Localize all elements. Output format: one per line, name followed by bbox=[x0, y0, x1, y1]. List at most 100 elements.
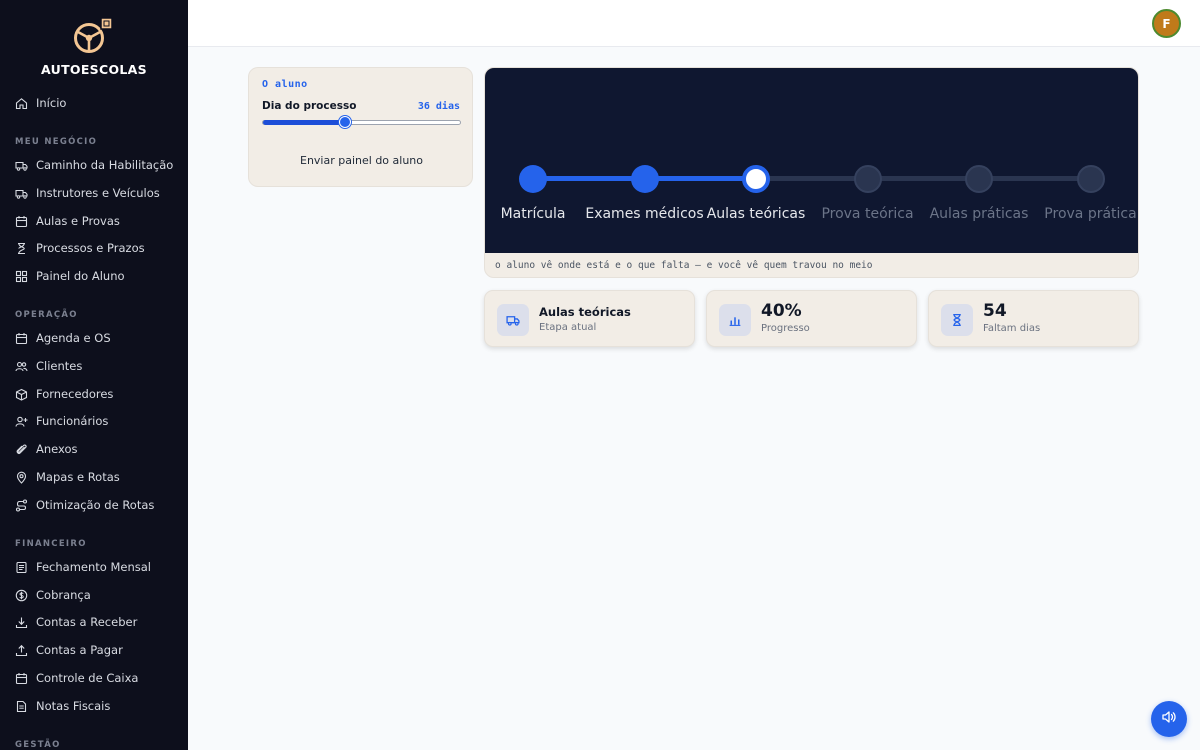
sidebar-item-label: Contas a Receber bbox=[36, 615, 138, 629]
calendar-icon bbox=[15, 215, 28, 228]
step-dot[interactable] bbox=[630, 165, 659, 193]
process-day-slider[interactable] bbox=[262, 116, 461, 128]
sidebar-item-instrutores[interactable]: Instrutores e Veículos bbox=[15, 182, 160, 204]
user-plus-icon bbox=[15, 415, 28, 428]
step-label: Prova prática bbox=[1044, 206, 1137, 222]
sidebar-item-inicio[interactable]: Início bbox=[15, 92, 66, 114]
sidebar-item-clientes[interactable]: Clientes bbox=[15, 355, 82, 377]
sidebar-item-contas-receber[interactable]: Contas a Receber bbox=[15, 611, 137, 633]
speaker-button[interactable] bbox=[1151, 701, 1187, 737]
sidebar-item-anexos[interactable]: Anexos bbox=[15, 438, 78, 460]
sidebar-item-fechamento[interactable]: Fechamento Mensal bbox=[15, 556, 151, 578]
sidebar-item-label: Fornecedores bbox=[36, 387, 114, 401]
route-icon bbox=[15, 498, 28, 512]
stat-sub: Faltam dias bbox=[983, 323, 1041, 334]
sidebar-item-label: Cobrança bbox=[36, 588, 91, 602]
sidebar-item-cobranca[interactable]: Cobrança bbox=[15, 584, 91, 606]
box-icon bbox=[15, 388, 28, 401]
receipt-icon bbox=[15, 561, 28, 574]
sidebar-item-label: Painel do Aluno bbox=[36, 269, 125, 283]
stat-sub: Progresso bbox=[761, 323, 810, 334]
step-label: Matrícula bbox=[500, 206, 566, 222]
sidebar-item-label: Contas a Pagar bbox=[36, 643, 123, 657]
sidebar-item-mapas[interactable]: Mapas e Rotas bbox=[15, 466, 120, 488]
sidebar-item-funcionarios[interactable]: Funcionários bbox=[15, 410, 108, 432]
sidebar-item-fornecedores[interactable]: Fornecedores bbox=[15, 383, 113, 405]
step-connector bbox=[756, 176, 868, 181]
step-label: Aulas teóricas bbox=[706, 206, 806, 222]
sidebar-item-label: Agenda e OS bbox=[36, 331, 111, 345]
sidebar-item-label: Otimização de Rotas bbox=[36, 498, 155, 512]
process-days-value: 36 dias bbox=[417, 101, 460, 112]
sidebar-item-label: Anexos bbox=[36, 442, 78, 456]
sidebar-item-caminho[interactable]: Caminho da Habilitação bbox=[15, 154, 173, 176]
sidebar-item-processos[interactable]: Processos e Prazos bbox=[15, 237, 145, 259]
truck-icon bbox=[15, 159, 28, 172]
sidebar-item-label: Caminho da Habilitação bbox=[36, 158, 174, 172]
grid-icon bbox=[15, 270, 28, 283]
calendar-icon bbox=[15, 332, 28, 345]
sidebar-item-otimizacao[interactable]: Otimização de Rotas bbox=[15, 494, 154, 516]
sidebar-item-label: Mapas e Rotas bbox=[36, 470, 120, 484]
paperclip-icon bbox=[15, 443, 28, 456]
stat-sub: Etapa atual bbox=[539, 322, 597, 333]
sidebar-item-contas-pagar[interactable]: Contas a Pagar bbox=[15, 639, 123, 661]
sidebar-item-controle-caixa[interactable]: Controle de Caixa bbox=[15, 667, 138, 689]
user-avatar[interactable]: F bbox=[1152, 9, 1181, 38]
sidebar-item-aulas-provas[interactable]: Aulas e Provas bbox=[15, 210, 120, 232]
upload-icon bbox=[15, 644, 28, 657]
sidebar-section-title: OPERAÇÃO bbox=[15, 310, 78, 320]
home-icon bbox=[15, 97, 28, 110]
slider-thumb[interactable] bbox=[338, 116, 351, 128]
stat-value: Aulas teóricas bbox=[539, 305, 631, 319]
process-day-label: Dia do processo bbox=[262, 100, 357, 112]
sidebar-section-title: FINANCEIRO bbox=[15, 539, 87, 549]
truck-icon bbox=[497, 304, 529, 336]
step-label: Prova teórica bbox=[821, 206, 914, 222]
users-icon bbox=[15, 360, 28, 373]
sidebar-section-title: GESTÃO bbox=[15, 740, 61, 750]
sidebar-item-painel-aluno[interactable]: Painel do Aluno bbox=[15, 265, 125, 287]
step-connector bbox=[867, 176, 979, 181]
journey-panel: Matrícula Exames médicos Aulas teóricas Pro… bbox=[484, 67, 1139, 278]
step-connector bbox=[644, 176, 756, 181]
download-icon bbox=[15, 616, 28, 629]
stat-value: 40% bbox=[761, 301, 802, 321]
hourglass-icon bbox=[15, 242, 28, 255]
sidebar-item-agenda[interactable]: Agenda e OS bbox=[15, 327, 111, 349]
brand[interactable]: AUTOESCOLAS bbox=[0, 16, 188, 77]
sidebar-item-label: Início bbox=[36, 96, 67, 110]
stat-card-days-left: 54 Faltam dias bbox=[928, 290, 1139, 347]
sidebar-item-label: Notas Fiscais bbox=[36, 699, 111, 713]
sidebar-item-label: Fechamento Mensal bbox=[36, 560, 152, 574]
sidebar-item-label: Processos e Prazos bbox=[36, 241, 145, 255]
step-label: Exames médicos bbox=[585, 206, 704, 222]
step-connector bbox=[533, 176, 645, 181]
step-dot[interactable] bbox=[853, 165, 882, 193]
document-icon bbox=[15, 700, 28, 713]
stat-card-current-stage: Aulas teóricas Etapa atual bbox=[484, 290, 695, 347]
stat-card-progress: 40% Progresso bbox=[706, 290, 917, 347]
step-dot[interactable] bbox=[1076, 165, 1105, 193]
map-pin-icon bbox=[15, 471, 28, 484]
sidebar-item-label: Instrutores e Veículos bbox=[36, 186, 160, 200]
step-dot[interactable] bbox=[519, 165, 547, 193]
step-dot[interactable] bbox=[965, 165, 993, 193]
step-connector bbox=[979, 176, 1091, 181]
sidebar: AUTOESCOLAS Início MEU NEGÓCIO Caminho d… bbox=[0, 0, 188, 750]
student-card: O aluno Dia do processo 36 dias Enviar p… bbox=[248, 67, 473, 187]
sidebar-item-notas-fiscais[interactable]: Notas Fiscais bbox=[15, 695, 110, 717]
dollar-circle-icon bbox=[15, 589, 28, 602]
journey-stepper: Matrícula Exames médicos Aulas teóricas Pro… bbox=[485, 68, 1138, 253]
bar-chart-icon bbox=[719, 304, 751, 336]
truck-icon bbox=[15, 187, 28, 200]
stat-value: 54 bbox=[983, 301, 1007, 321]
journey-caption: o aluno vê onde está e o que falta — e v… bbox=[495, 260, 873, 271]
speaker-icon bbox=[1161, 709, 1177, 729]
send-student-panel-button[interactable]: Enviar painel do aluno bbox=[249, 154, 474, 167]
step-dot[interactable] bbox=[742, 165, 770, 193]
sidebar-item-label: Clientes bbox=[36, 359, 83, 373]
step-label: Aulas práticas bbox=[929, 206, 1029, 222]
sidebar-item-label: Funcionários bbox=[36, 414, 109, 428]
cash-register-icon bbox=[15, 672, 28, 685]
